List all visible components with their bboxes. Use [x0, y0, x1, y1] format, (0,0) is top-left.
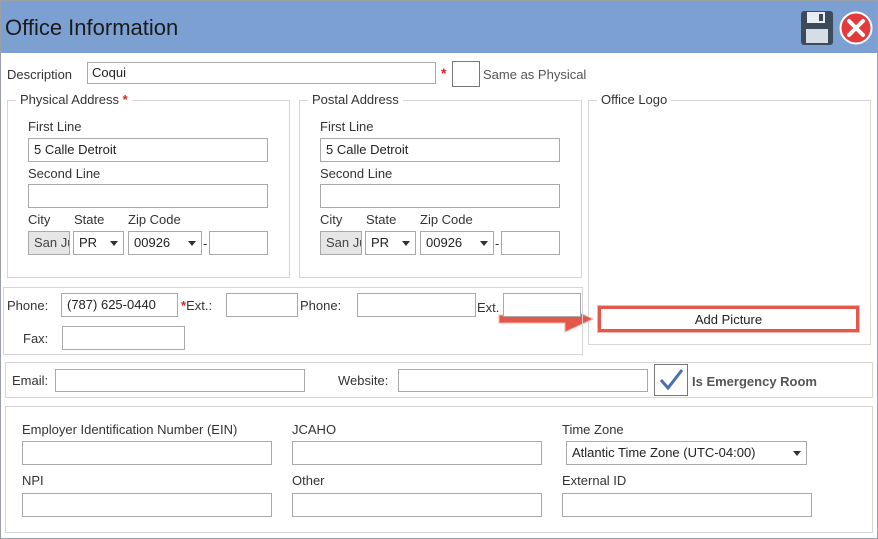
external-id-label: External ID [562, 473, 627, 488]
website-label: Website: [338, 373, 389, 388]
physical-address-title: Physical Address [20, 92, 119, 107]
chevron-down-icon [793, 451, 801, 456]
postal-first-line-input[interactable]: 5 Calle Detroit [320, 138, 560, 162]
physical-second-line-input[interactable] [28, 184, 268, 208]
office-logo-legend: Office Logo [597, 92, 672, 107]
ext2-label: Ext. [477, 300, 500, 315]
ein-input[interactable] [22, 441, 272, 465]
phone2-input[interactable] [357, 293, 476, 317]
emergency-room-checkbox[interactable] [654, 364, 688, 396]
jcaho-input[interactable] [292, 441, 542, 465]
postal-address-legend: Postal Address [308, 92, 403, 107]
office-information-window: Office Information Description Coqui * S… [0, 0, 878, 539]
postal-zip-select[interactable]: 00926 [420, 231, 494, 255]
save-disk-icon[interactable] [800, 10, 834, 46]
chevron-down-icon [110, 241, 118, 246]
phone-input[interactable]: (787) 625-0440 [61, 293, 178, 317]
phone-label: Phone: [7, 298, 49, 313]
emergency-room-label: Is Emergency Room [692, 374, 817, 389]
chevron-down-icon [188, 241, 196, 246]
physical-first-line-input[interactable]: 5 Calle Detroit [28, 138, 268, 162]
fax-label: Fax: [23, 331, 49, 346]
physical-zip-select[interactable]: 00926 [128, 231, 202, 255]
other-input[interactable] [292, 493, 542, 517]
chevron-down-icon [402, 241, 410, 246]
postal-zip-ext-input[interactable] [501, 231, 560, 255]
postal-city-input[interactable]: San Ju [320, 231, 362, 255]
add-picture-button[interactable]: Add Picture [598, 306, 859, 332]
ext-input[interactable] [226, 293, 298, 317]
npi-label: NPI [22, 473, 44, 488]
postal-state-value: PR [371, 235, 390, 250]
physical-state-select[interactable]: PR [73, 231, 124, 255]
email-input[interactable] [55, 369, 305, 392]
same-as-physical-label: Same as Physical [483, 67, 587, 82]
ext-label: *Ext.: [181, 298, 212, 313]
email-label: Email: [12, 373, 49, 388]
physical-city-input[interactable]: San Ju [28, 231, 70, 255]
physical-zip-value: 00926 [134, 235, 171, 250]
postal-zip-label: Zip Code [420, 212, 473, 227]
fax-input[interactable] [62, 326, 185, 350]
timezone-value: Atlantic Time Zone (UTC-04:00) [572, 445, 756, 460]
postal-second-line-input[interactable] [320, 184, 560, 208]
postal-city-label: City [320, 212, 343, 227]
physical-first-line-label: First Line [28, 119, 82, 134]
chevron-down-icon [480, 241, 488, 246]
physical-city-label: City [28, 212, 51, 227]
ext-label-text: Ext.: [186, 298, 213, 313]
zip-dash: - [203, 236, 208, 251]
timezone-select[interactable]: Atlantic Time Zone (UTC-04:00) [566, 441, 807, 465]
ext2-input[interactable] [503, 293, 581, 317]
window-title: Office Information [5, 15, 179, 40]
physical-state-label: State [74, 212, 105, 227]
physical-state-value: PR [79, 235, 98, 250]
required-marker: * [441, 65, 447, 81]
npi-input[interactable] [22, 493, 272, 517]
phone2-label: Phone: [300, 298, 342, 313]
postal-state-select[interactable]: PR [365, 231, 416, 255]
zip-dash: - [495, 236, 500, 251]
description-input[interactable]: Coqui [87, 62, 436, 84]
checkmark-icon [659, 369, 684, 391]
same-as-physical-checkbox[interactable] [452, 61, 480, 87]
other-label: Other [292, 473, 325, 488]
close-x-icon[interactable] [839, 11, 873, 45]
jcaho-label: JCAHO [292, 422, 337, 437]
physical-second-line-label: Second Line [28, 166, 101, 181]
title-bar: Office Information [1, 1, 877, 53]
postal-second-line-label: Second Line [320, 166, 393, 181]
website-input[interactable] [398, 369, 648, 392]
physical-zip-label: Zip Code [128, 212, 181, 227]
physical-address-legend: Physical Address * [16, 92, 132, 107]
physical-zip-ext-input[interactable] [209, 231, 268, 255]
postal-first-line-label: First Line [320, 119, 374, 134]
description-label: Description [7, 67, 73, 82]
external-id-input[interactable] [562, 493, 812, 517]
ein-label: Employer Identification Number (EIN) [22, 422, 238, 437]
required-marker: * [122, 92, 128, 107]
timezone-label: Time Zone [562, 422, 624, 437]
postal-state-label: State [366, 212, 397, 227]
postal-zip-value: 00926 [426, 235, 463, 250]
